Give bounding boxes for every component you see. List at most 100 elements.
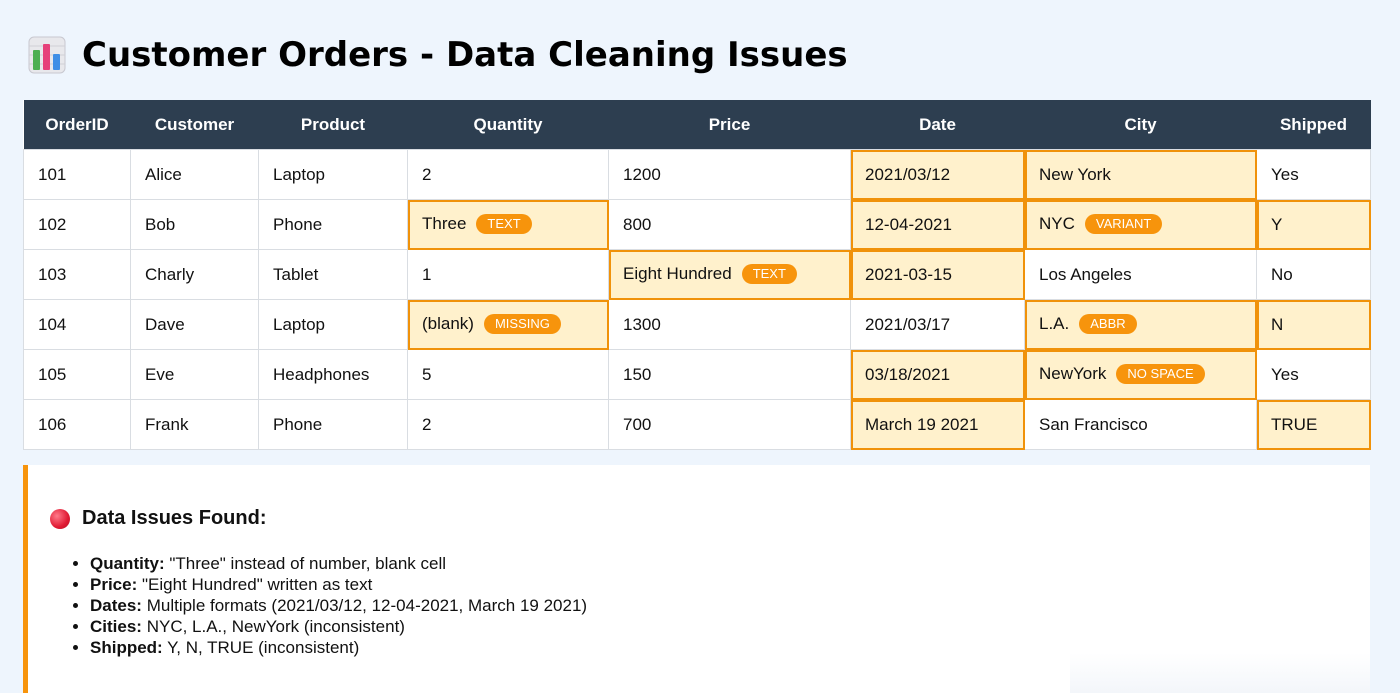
table-row: 106 Frank Phone 2 700 March 19 2021 San … (23, 399, 1371, 450)
page-title: Customer Orders - Data Cleaning Issues (82, 35, 848, 75)
table-row: 101 Alice Laptop 2 1200 2021/03/12 New Y… (23, 149, 1371, 200)
cell-shipped: Yes (1256, 349, 1371, 400)
cell-shipped-flagged: N (1256, 299, 1371, 350)
cell-order-id: 105 (23, 349, 131, 400)
cell-customer: Dave (130, 299, 259, 350)
cell-price: 150 (608, 349, 851, 400)
issue-badge: VARIANT (1084, 213, 1163, 234)
cell-customer: Eve (130, 349, 259, 400)
cell-shipped-flagged: TRUE (1256, 399, 1371, 450)
cell-price: 1300 (608, 299, 851, 350)
orders-table: OrderID Customer Product Quantity Price … (23, 100, 1371, 450)
table-row: 105 Eve Headphones 5 150 03/18/2021 NewY… (23, 349, 1371, 400)
cell-date-flagged: 2021/03/12 (850, 149, 1025, 200)
cell-quantity: 1 (407, 249, 609, 300)
cell-city: Los Angeles (1024, 249, 1257, 300)
table-row: 102 Bob Phone Three TEXT 800 12-04-2021 N… (23, 199, 1371, 250)
issue-text: NYC, L.A., NewYork (inconsistent) (146, 617, 405, 636)
column-header-product[interactable]: Product (258, 100, 408, 150)
issue-text: Y, N, TRUE (inconsistent) (167, 638, 360, 657)
column-header-shipped[interactable]: Shipped (1256, 100, 1371, 150)
cell-customer: Charly (130, 249, 259, 300)
list-item: Dates: Multiple formats (2021/03/12, 12-… (90, 595, 587, 616)
issue-badge: TEXT (476, 213, 532, 234)
cell-date-flagged: 2021-03-15 (850, 249, 1025, 300)
cell-city: San Francisco (1024, 399, 1257, 450)
cell-shipped: No (1256, 249, 1371, 300)
issue-label: Dates: (90, 596, 142, 615)
cell-value: L.A. (1039, 314, 1070, 334)
bar-chart-icon (28, 36, 66, 74)
cell-product: Headphones (258, 349, 408, 400)
cell-product: Laptop (258, 149, 408, 200)
issues-panel: Data Issues Found: Quantity: "Three" ins… (23, 465, 1370, 693)
bottom-fade (1070, 653, 1370, 693)
cell-quantity: 5 (407, 349, 609, 400)
issues-list: Quantity: "Three" instead of number, bla… (72, 553, 587, 658)
cell-order-id: 104 (23, 299, 131, 350)
column-header-quantity[interactable]: Quantity (407, 100, 609, 150)
issue-label: Shipped: (90, 638, 163, 657)
cell-quantity: 2 (407, 399, 609, 450)
cell-price: 700 (608, 399, 851, 450)
list-item: Quantity: "Three" instead of number, bla… (90, 553, 587, 574)
cell-date-flagged: March 19 2021 (850, 399, 1025, 450)
column-header-city[interactable]: City (1024, 100, 1257, 150)
list-item: Price: "Eight Hundred" written as text (90, 574, 587, 595)
cell-shipped-flagged: Y (1256, 199, 1371, 250)
list-item: Shipped: Y, N, TRUE (inconsistent) (90, 637, 587, 658)
cell-value: (blank) (422, 314, 474, 334)
cell-value: Eight Hundred (623, 264, 732, 284)
page-header: Customer Orders - Data Cleaning Issues (28, 34, 848, 76)
column-header-price[interactable]: Price (608, 100, 851, 150)
issues-title: Data Issues Found: (82, 507, 267, 529)
cell-city-flagged: New York (1024, 149, 1257, 200)
cell-order-id: 103 (23, 249, 131, 300)
cell-order-id: 102 (23, 199, 131, 250)
issue-badge: TEXT (741, 263, 797, 284)
cell-value: NYC (1039, 214, 1075, 234)
cell-value: Three (422, 214, 467, 234)
issue-badge: MISSING (483, 313, 561, 334)
column-header-orderid[interactable]: OrderID (23, 100, 131, 150)
cell-product: Laptop (258, 299, 408, 350)
table-row: 103 Charly Tablet 1 Eight Hundred TEXT 20… (23, 249, 1371, 300)
table-row: 104 Dave Laptop (blank) MISSING 1300 2021… (23, 299, 1371, 350)
cell-customer: Frank (130, 399, 259, 450)
cell-order-id: 106 (23, 399, 131, 450)
cell-city-flagged: L.A. ABBR (1024, 299, 1257, 350)
issues-header: Data Issues Found: (50, 507, 266, 530)
cell-product: Phone (258, 399, 408, 450)
red-circle-icon (50, 508, 70, 529)
cell-value: NewYork (1039, 364, 1107, 384)
cell-quantity-flagged: (blank) MISSING (407, 299, 609, 350)
issue-text: "Three" instead of number, blank cell (169, 554, 447, 573)
cell-date: 2021/03/17 (850, 299, 1025, 350)
cell-order-id: 101 (23, 149, 131, 200)
table-header-row: OrderID Customer Product Quantity Price … (23, 100, 1371, 150)
issue-badge: ABBR (1079, 313, 1137, 334)
cell-product: Tablet (258, 249, 408, 300)
cell-price-flagged: Eight Hundred TEXT (608, 249, 851, 300)
cell-date-flagged: 03/18/2021 (850, 349, 1025, 400)
issue-label: Cities: (90, 617, 142, 636)
issue-text: Multiple formats (2021/03/12, 12-04-2021… (146, 596, 588, 615)
list-item: Cities: NYC, L.A., NewYork (inconsistent… (90, 616, 587, 637)
issue-text: "Eight Hundred" written as text (141, 575, 373, 594)
cell-city-flagged: NewYork NO SPACE (1024, 349, 1257, 400)
issue-badge: NO SPACE (1116, 363, 1205, 384)
cell-customer: Bob (130, 199, 259, 250)
cell-date-flagged: 12-04-2021 (850, 199, 1025, 250)
cell-product: Phone (258, 199, 408, 250)
cell-quantity: 2 (407, 149, 609, 200)
issue-label: Price: (90, 575, 138, 594)
cell-quantity-flagged: Three TEXT (407, 199, 609, 250)
orders-table-container: OrderID Customer Product Quantity Price … (23, 100, 1371, 450)
cell-shipped: Yes (1256, 149, 1371, 200)
cell-city-flagged: NYC VARIANT (1024, 199, 1257, 250)
cell-customer: Alice (130, 149, 259, 200)
cell-price: 1200 (608, 149, 851, 200)
column-header-customer[interactable]: Customer (130, 100, 259, 150)
column-header-date[interactable]: Date (850, 100, 1025, 150)
cell-price: 800 (608, 199, 851, 250)
